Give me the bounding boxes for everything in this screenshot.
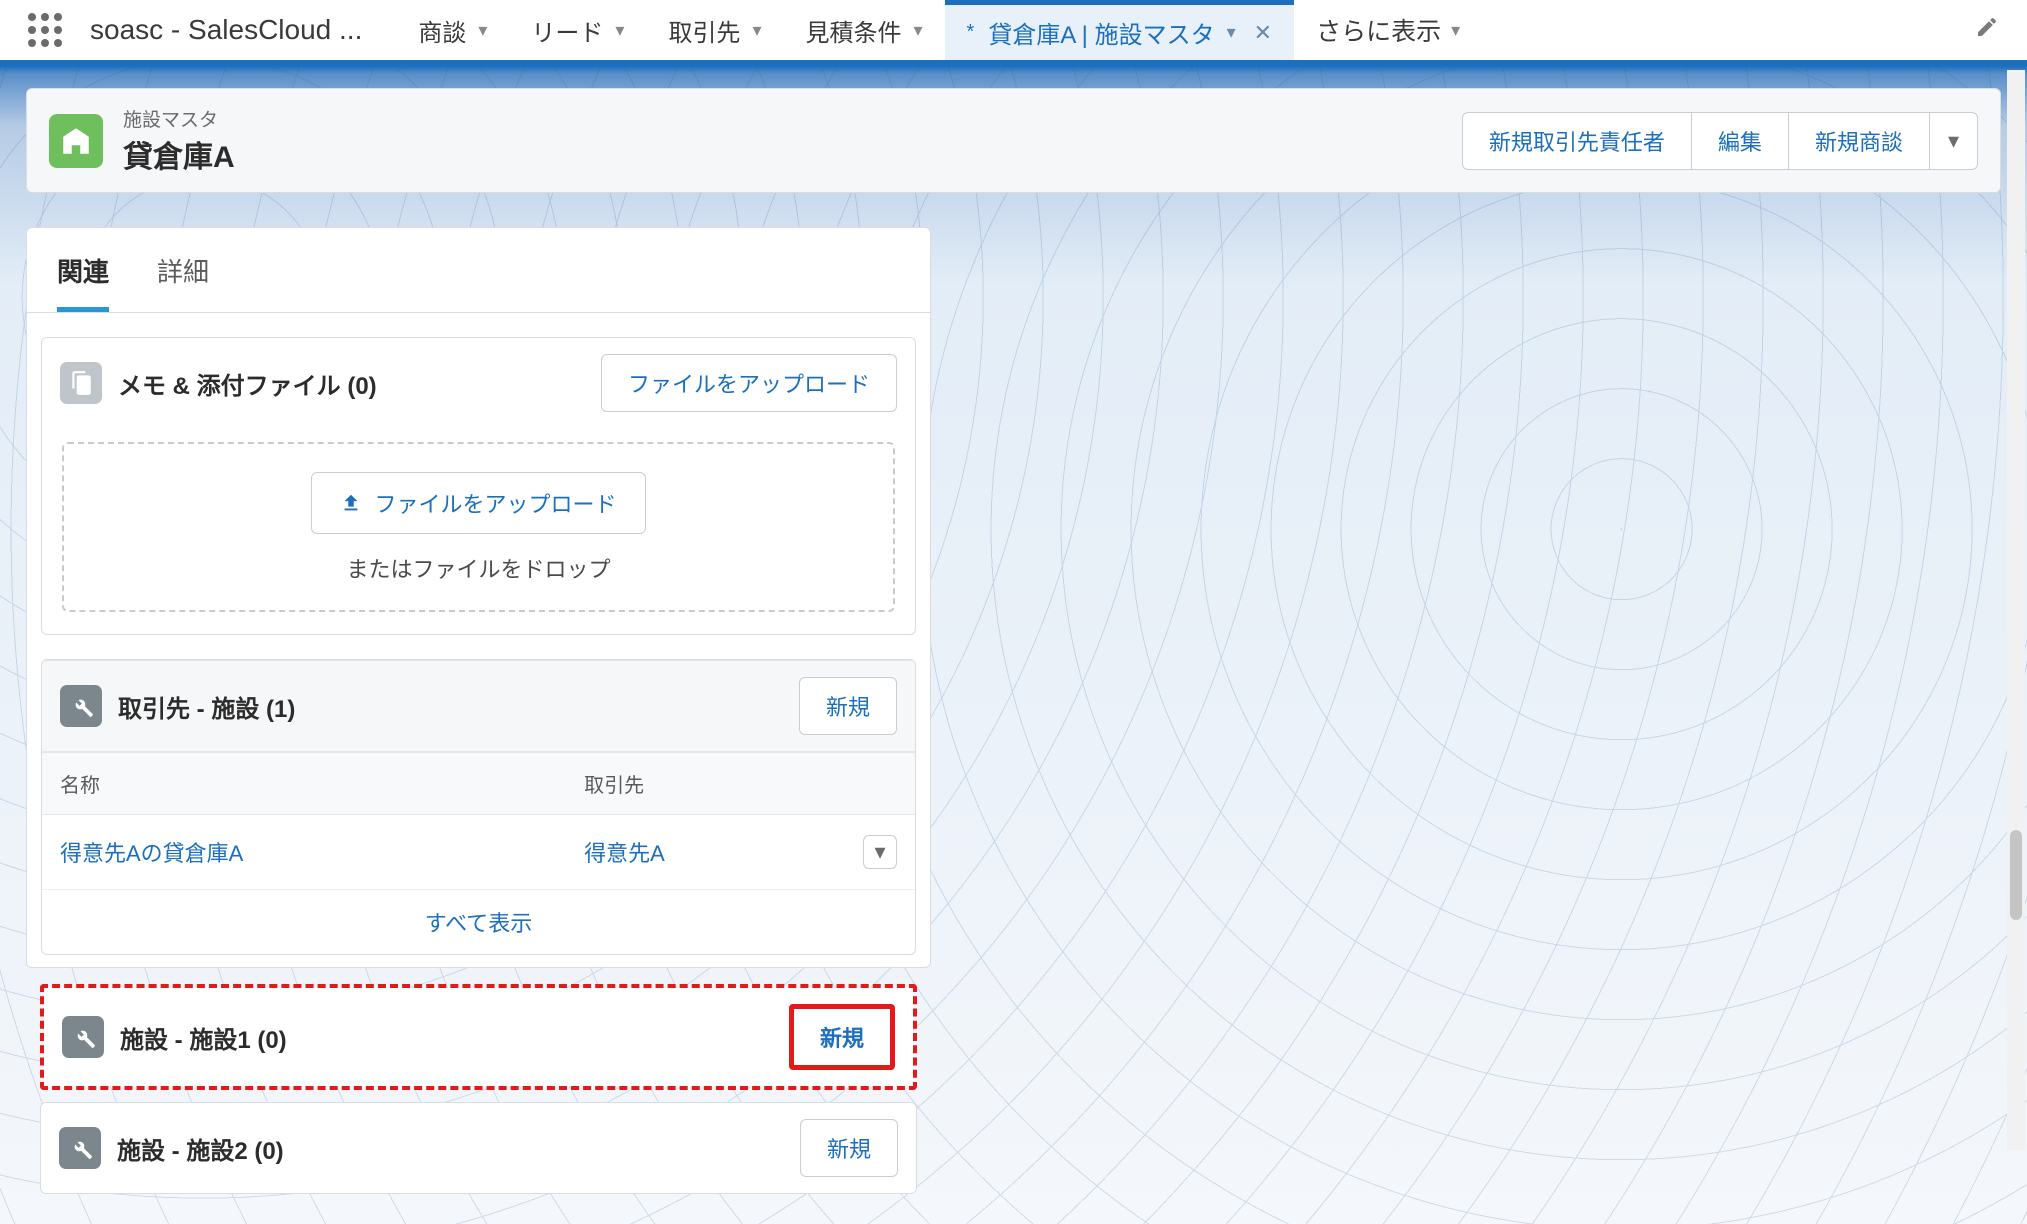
chevron-down-icon[interactable]: ▾ bbox=[1451, 20, 1460, 41]
more-actions-button[interactable]: ▾ bbox=[1929, 112, 1978, 170]
upload-file-button[interactable]: ファイルをアップロード bbox=[601, 354, 897, 412]
chevron-down-icon[interactable]: ▾ bbox=[1227, 22, 1236, 43]
header-actions: 新規取引先責任者 編集 新規商談 ▾ bbox=[1462, 112, 1978, 170]
attachments-title: メモ & 添付ファイル (0) bbox=[118, 366, 377, 401]
nav-tab-label: 貸倉庫A | 施設マスタ bbox=[988, 15, 1214, 50]
col-account: 取引先 bbox=[566, 753, 845, 815]
account-facility-title: 取引先 - 施設 (1) bbox=[118, 689, 295, 724]
record-header: 施設マスタ 貸倉庫A 新規取引先責任者 編集 新規商談 ▾ bbox=[26, 88, 2001, 193]
attachment-icon bbox=[60, 362, 102, 404]
row-name-link[interactable]: 得意先Aの貸倉庫A bbox=[60, 841, 243, 866]
more-tabs-label: さらに表示 bbox=[1316, 12, 1441, 48]
new-opportunity-button[interactable]: 新規商談 bbox=[1788, 112, 1930, 170]
notes-attachments-card: メモ & 添付ファイル (0) ファイルをアップロード ファイルをアップロード … bbox=[41, 337, 916, 635]
dropzone-hint: またはファイルをドロップ bbox=[64, 552, 893, 584]
nav-tab-label: 商談 bbox=[418, 13, 466, 48]
more-tabs[interactable]: さらに表示 ▾ bbox=[1294, 0, 1482, 60]
nav-tab-label: リード bbox=[531, 13, 603, 48]
record-title: 貸倉庫A bbox=[123, 132, 235, 176]
col-name: 名称 bbox=[42, 753, 566, 815]
table-row: 得意先Aの貸倉庫A 得意先A ▾ bbox=[42, 815, 915, 890]
nav-tab-label: 見積条件 bbox=[805, 13, 901, 48]
chevron-down-icon[interactable]: ▾ bbox=[913, 20, 922, 41]
view-all-link[interactable]: すべて表示 bbox=[425, 911, 533, 936]
nav-tab-lead[interactable]: リード ▾ bbox=[509, 0, 646, 60]
file-dropzone[interactable]: ファイルをアップロード またはファイルをドロップ bbox=[62, 442, 895, 612]
upload-file-inner-button[interactable]: ファイルをアップロード bbox=[311, 472, 645, 534]
chevron-down-icon[interactable]: ▾ bbox=[752, 20, 761, 41]
global-nav: soasc - SalesCloud ... 商談 ▾ リード ▾ 取引先 ▾ … bbox=[0, 0, 2027, 66]
nav-tab-quote[interactable]: 見積条件 ▾ bbox=[783, 0, 944, 60]
facility1-callout: 施設 - 施設1 (0) 新規 bbox=[40, 984, 917, 1090]
record-tabs: 関連 詳細 bbox=[27, 228, 930, 313]
row-account-link[interactable]: 得意先A bbox=[584, 841, 665, 866]
object-kind-label: 施設マスタ bbox=[123, 105, 235, 132]
tab-related[interactable]: 関連 bbox=[57, 252, 109, 312]
app-name: soasc - SalesCloud ... bbox=[90, 14, 362, 46]
edit-button[interactable]: 編集 bbox=[1691, 112, 1789, 170]
facility2-title: 施設 - 施設2 (0) bbox=[117, 1131, 284, 1166]
new-account-facility-button[interactable]: 新規 bbox=[799, 677, 897, 735]
upload-icon bbox=[340, 492, 362, 514]
account-facility-table: 名称 取引先 得意先Aの貸倉庫A 得意先A ▾ bbox=[42, 752, 915, 890]
account-facility-card: 取引先 - 施設 (1) 新規 名称 取引先 bbox=[41, 659, 916, 955]
tab-details[interactable]: 詳細 bbox=[157, 252, 209, 312]
nav-tab-label: 取引先 bbox=[668, 13, 740, 48]
facility-object-icon bbox=[49, 114, 103, 168]
new-facility1-button[interactable]: 新規 bbox=[789, 1004, 895, 1070]
wrench-icon bbox=[60, 685, 102, 727]
wrench-icon bbox=[59, 1127, 101, 1169]
edit-nav-icon[interactable] bbox=[1975, 15, 1999, 46]
new-facility2-button[interactable]: 新規 bbox=[800, 1119, 898, 1177]
facility1-title: 施設 - 施設1 (0) bbox=[120, 1020, 287, 1055]
scrollbar[interactable] bbox=[2007, 70, 2025, 1150]
upload-file-inner-label: ファイルをアップロード bbox=[374, 487, 616, 519]
new-contact-button[interactable]: 新規取引先責任者 bbox=[1462, 112, 1692, 170]
facility2-card: 施設 - 施設2 (0) 新規 bbox=[40, 1102, 917, 1194]
row-actions-menu[interactable]: ▾ bbox=[863, 835, 897, 869]
nav-tab-active-record[interactable]: 貸倉庫A | 施設マスタ ▾ ✕ bbox=[945, 0, 1295, 60]
chevron-down-icon[interactable]: ▾ bbox=[615, 20, 624, 41]
nav-tab-account[interactable]: 取引先 ▾ bbox=[646, 0, 783, 60]
nav-tab-opportunity[interactable]: 商談 ▾ bbox=[396, 0, 509, 60]
app-launcher-icon[interactable] bbox=[28, 13, 62, 47]
wrench-icon bbox=[62, 1016, 104, 1058]
chevron-down-icon[interactable]: ▾ bbox=[478, 20, 487, 41]
close-tab-icon[interactable]: ✕ bbox=[1254, 20, 1272, 46]
